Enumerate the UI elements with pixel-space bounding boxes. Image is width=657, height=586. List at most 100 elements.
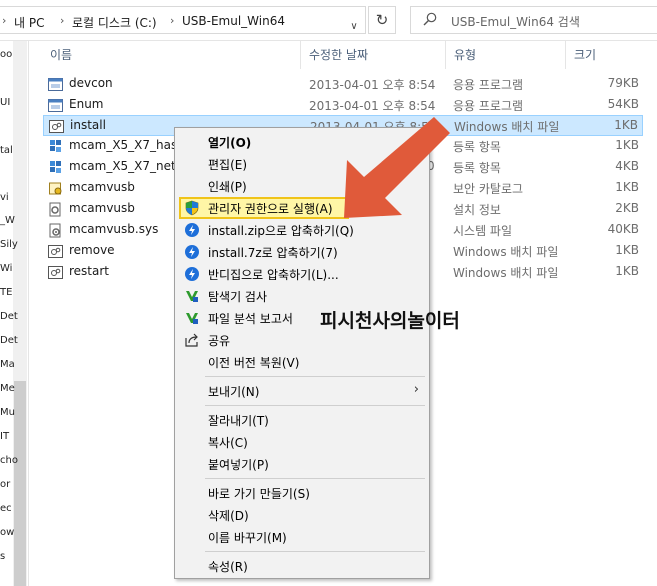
- nav-item[interactable]: Me: [0, 383, 15, 394]
- menu-item-properties[interactable]: 속성(R): [175, 555, 429, 577]
- antivirus-icon: [186, 291, 198, 302]
- system-file-icon: [49, 223, 61, 238]
- nav-item[interactable]: _W: [0, 215, 15, 226]
- nav-item[interactable]: Det: [0, 311, 18, 322]
- file-type: 응용 프로그램: [453, 99, 524, 113]
- menu-item-label: 이름 바꾸기(M): [208, 531, 287, 545]
- menu-item-label: 인쇄(P): [208, 180, 247, 194]
- watermark-text: 피시천사의놀이터: [320, 310, 460, 332]
- nav-item[interactable]: tal: [0, 145, 13, 156]
- nav-item[interactable]: Det: [0, 335, 18, 346]
- nav-item[interactable]: UI: [0, 97, 10, 108]
- address-dropdown-button[interactable]: ∨: [343, 13, 365, 41]
- menu-item-bandizip[interactable]: 반디집으로 압축하기(L)...: [175, 263, 429, 285]
- bandizip-icon: [185, 267, 199, 281]
- breadcrumb-current-folder[interactable]: USB-Emul_Win64: [182, 14, 285, 28]
- menu-item-7z[interactable]: install.7z로 압축하기(7): [175, 241, 429, 263]
- registry-icon: [50, 161, 61, 173]
- menu-item-label: 바로 가기 만들기(S): [208, 487, 310, 501]
- menu-item-copy[interactable]: 복사(C): [175, 431, 429, 453]
- file-name: remove: [69, 243, 115, 257]
- menu-item-label: 공유: [208, 334, 231, 348]
- file-size: 4KB: [615, 159, 639, 173]
- address-bar[interactable]: › 내 PC › 로컬 디스크 (C:) › USB-Emul_Win64 ∨: [0, 6, 366, 34]
- refresh-button[interactable]: ↻: [368, 6, 396, 34]
- column-header-size[interactable]: 크기: [565, 41, 655, 69]
- menu-separator: [205, 405, 425, 406]
- annotation-arrow-icon: [344, 117, 450, 218]
- breadcrumb-this-pc[interactable]: 내 PC: [14, 14, 44, 31]
- nav-item[interactable]: IT: [0, 431, 9, 442]
- batch-file-icon: [48, 266, 63, 279]
- nav-item[interactable]: Mu: [0, 407, 15, 418]
- pane-splitter[interactable]: [28, 41, 29, 586]
- nav-item[interactable]: s: [0, 551, 5, 562]
- file-name: install: [70, 118, 106, 132]
- uac-shield-icon: [185, 200, 199, 216]
- file-name: devcon: [69, 76, 113, 90]
- menu-item-scan[interactable]: 탐색기 검사: [175, 285, 429, 307]
- search-input[interactable]: USB-Emul_Win64 검색: [451, 13, 580, 30]
- file-size: 1KB: [615, 180, 639, 194]
- menu-item-label: 파일 분석 보고서: [208, 312, 293, 326]
- menu-item-label: 복사(C): [208, 436, 248, 450]
- column-header-name[interactable]: 이름: [50, 41, 300, 69]
- file-size: 1KB: [615, 264, 639, 278]
- column-header-type[interactable]: 유형: [445, 41, 565, 69]
- nav-item[interactable]: Sily: [0, 239, 18, 250]
- nav-item[interactable]: cho: [0, 455, 18, 466]
- search-icon: [423, 12, 437, 26]
- nav-item[interactable]: TE: [0, 287, 12, 298]
- menu-item-send-to[interactable]: 보내기(N) ›: [175, 380, 429, 402]
- menu-item-label: 보내기(N): [208, 385, 260, 399]
- menu-item-label: 이전 버전 복원(V): [208, 356, 300, 370]
- security-catalog-icon: [49, 182, 62, 195]
- nav-item[interactable]: ow: [0, 527, 14, 538]
- nav-item[interactable]: vi: [0, 192, 9, 203]
- file-name: mcam_X5_X7_netha: [69, 159, 191, 173]
- column-header-date[interactable]: 수정한 날짜: [300, 41, 445, 69]
- nav-item[interactable]: Ma: [0, 359, 15, 370]
- file-size: 1KB: [615, 243, 639, 257]
- file-type: 응용 프로그램: [453, 78, 524, 92]
- menu-item-delete[interactable]: 삭제(D): [175, 504, 429, 526]
- menu-item-label: 잘라내기(T): [208, 414, 269, 428]
- file-size: 54KB: [607, 97, 639, 111]
- file-size: 1KB: [615, 138, 639, 152]
- menu-item-paste[interactable]: 붙여넣기(P): [175, 453, 429, 475]
- menu-item-restore-versions[interactable]: 이전 버전 복원(V): [175, 351, 429, 373]
- file-type: 등록 항목: [453, 161, 501, 175]
- setup-info-icon: [49, 202, 61, 217]
- nav-item[interactable]: oo: [0, 49, 12, 60]
- menu-item-rename[interactable]: 이름 바꾸기(M): [175, 526, 429, 548]
- antivirus-icon: [186, 313, 198, 324]
- file-name: mcamvusb: [69, 201, 135, 215]
- file-name: mcamvusb.sys: [69, 222, 159, 236]
- search-box[interactable]: USB-Emul_Win64 검색: [410, 6, 657, 34]
- menu-item-create-shortcut[interactable]: 바로 가기 만들기(S): [175, 482, 429, 504]
- file-name: restart: [69, 264, 110, 278]
- menu-separator: [205, 478, 425, 479]
- chevron-right-icon: ›: [2, 14, 7, 27]
- menu-item-label: 삭제(D): [208, 509, 249, 523]
- nav-item[interactable]: or: [0, 479, 10, 490]
- menu-item-label: install.7z로 압축하기(7): [208, 246, 338, 260]
- menu-item-cut[interactable]: 잘라내기(T): [175, 409, 429, 431]
- file-name: mcam_X5_X7_hasp_: [69, 138, 191, 152]
- file-row[interactable]: devcon 2013-04-01 오후 8:54 응용 프로그램 79KB: [43, 74, 643, 95]
- navigation-pane: oo UI tal vi _W Sily Wi TE Det Det Ma Me…: [0, 41, 28, 586]
- file-name: Enum: [69, 97, 104, 111]
- nav-item[interactable]: Wi: [0, 263, 12, 274]
- file-type: Windows 배치 파일: [453, 245, 559, 259]
- menu-item-label: 탐색기 검사: [208, 290, 268, 304]
- breadcrumb-local-disk[interactable]: 로컬 디스크 (C:): [72, 14, 157, 31]
- chevron-right-icon: ›: [170, 14, 175, 27]
- menu-item-label: 관리자 권한으로 실행(A): [208, 202, 333, 216]
- file-size: 40KB: [607, 222, 639, 236]
- nav-scrollbar-thumb[interactable]: [14, 381, 26, 586]
- batch-file-icon: [49, 120, 64, 133]
- file-size: 1KB: [614, 118, 638, 132]
- file-type: 시스템 파일: [453, 224, 513, 238]
- nav-item[interactable]: ec: [0, 503, 12, 514]
- file-name: mcamvusb: [69, 180, 135, 194]
